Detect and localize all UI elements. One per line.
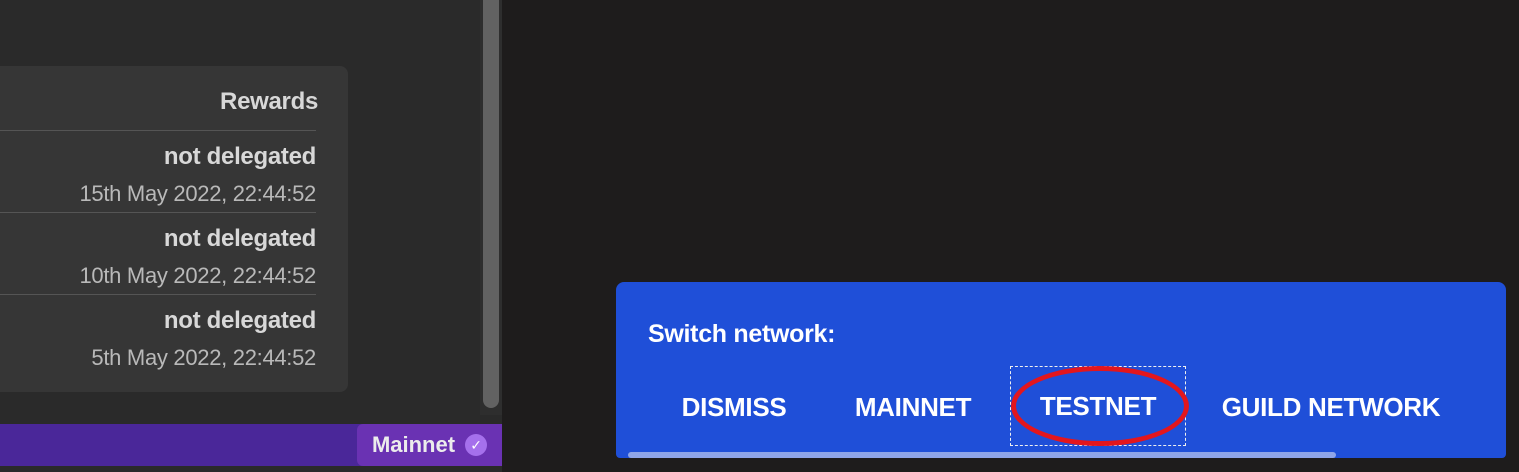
network-status-bar: Mainnet ✓ [0,424,502,466]
check-circle-icon: ✓ [465,434,488,456]
network-badge[interactable]: Mainnet ✓ [357,424,502,466]
reward-date: 10th May 2022, 22:44:52 [79,263,316,288]
snackbar-timer-bar [628,452,1336,458]
rewards-card: Rewards not delegated 15th May 2022, 22:… [0,66,348,392]
network-badge-label: Mainnet [371,432,456,457]
table-row: not delegated 5th May 2022, 22:44:52 [0,295,316,377]
reward-date: 15th May 2022, 22:44:52 [79,181,316,206]
reward-status: not delegated [163,307,316,334]
table-row: not delegated 10th May 2022, 22:44:52 [0,213,316,295]
snackbar-actions: DISMISS MAINNET TESTNET GUILD NETWORK [616,366,1506,446]
rewards-column-header: Rewards [220,88,318,115]
dismiss-button[interactable]: DISMISS [664,382,804,432]
reward-date: 5th May 2022, 22:44:52 [91,345,316,370]
guild-network-button[interactable]: GUILD NETWORK [1206,382,1456,432]
testnet-button[interactable]: TESTNET [1010,366,1186,446]
switch-network-snackbar: Switch network: DISMISS MAINNET TESTNET … [616,282,1506,458]
table-row: not delegated 15th May 2022, 22:44:52 [0,131,316,213]
reward-status: not delegated [163,225,316,252]
mainnet-button[interactable]: MAINNET [838,382,988,432]
reward-status: not delegated [163,143,316,170]
snackbar-title: Switch network: [648,320,836,348]
left-panel: Rewards not delegated 15th May 2022, 22:… [0,0,502,472]
scrollbar-thumb[interactable] [483,0,499,408]
